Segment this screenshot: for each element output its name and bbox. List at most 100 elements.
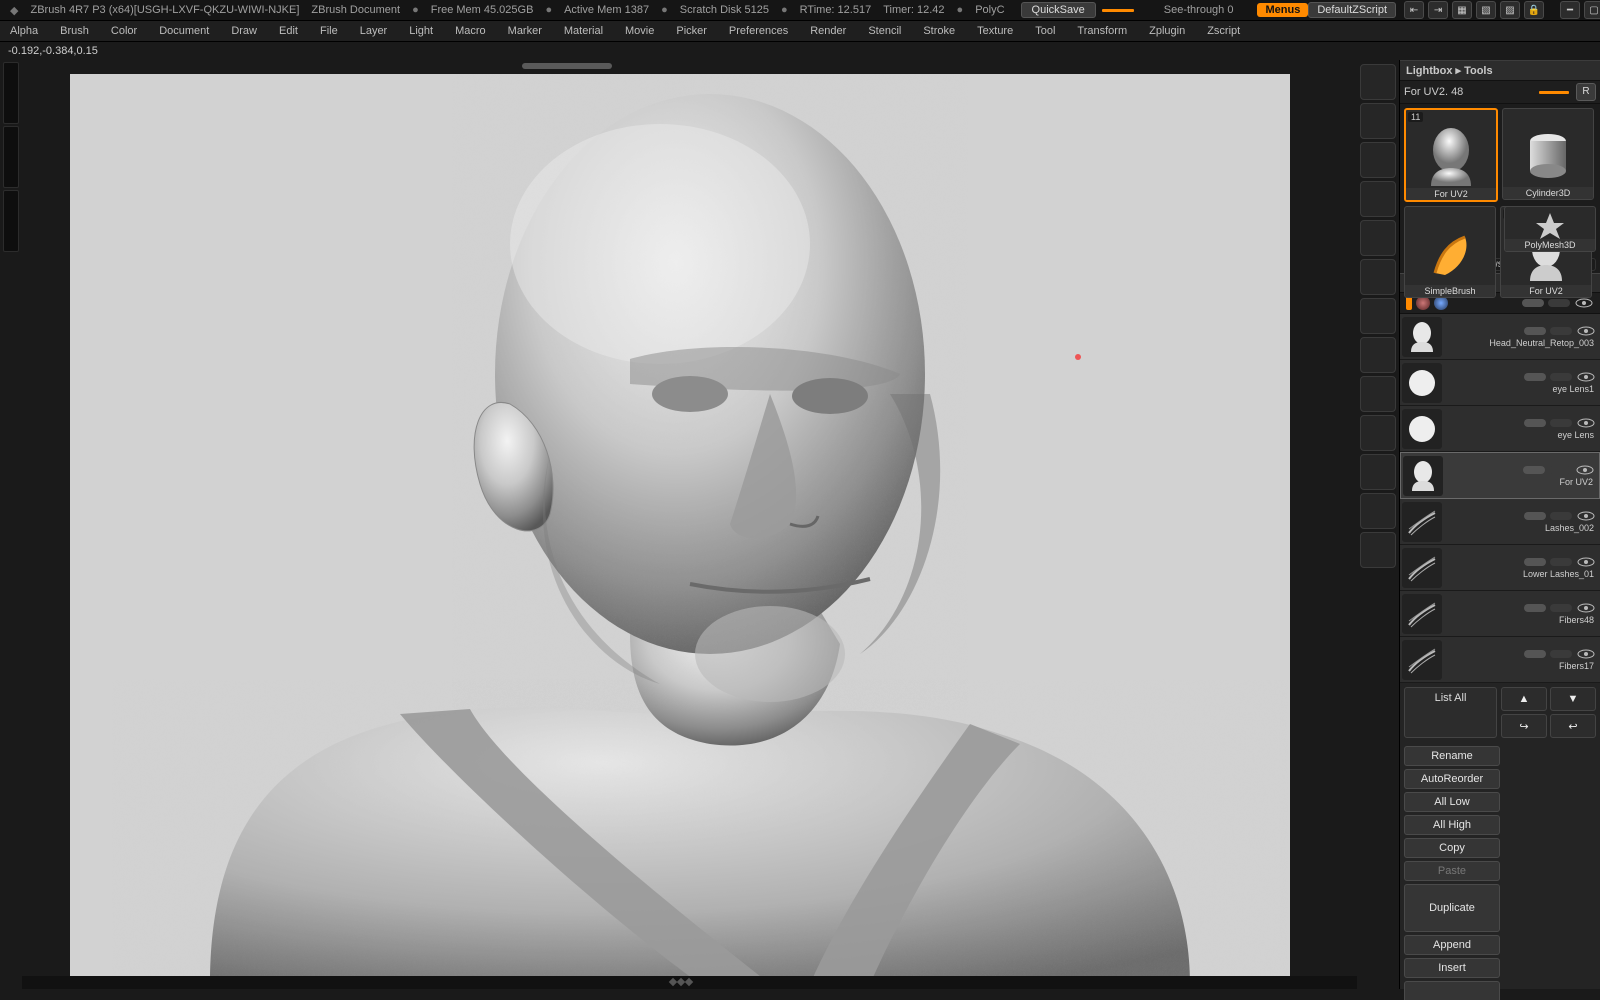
shelf-button[interactable] (1360, 103, 1396, 139)
toggle-icon[interactable] (1550, 327, 1572, 335)
move-down-button[interactable]: ▼ (1550, 687, 1596, 711)
menu-light[interactable]: Light (405, 23, 437, 39)
tool-tile[interactable]: 11 For UV2 (1404, 108, 1498, 202)
eye-icon[interactable] (1575, 465, 1595, 475)
autoreorder-button[interactable]: AutoReorder (1404, 769, 1500, 789)
subtool-item[interactable]: Lower Lashes_01 (1400, 545, 1600, 591)
menu-picker[interactable]: Picker (672, 23, 711, 39)
menu-brush[interactable]: Brush (56, 23, 93, 39)
shelf-button[interactable] (1360, 415, 1396, 451)
shelf-button[interactable] (1360, 532, 1396, 568)
toggle-icon[interactable] (1524, 373, 1546, 381)
menu-macro[interactable]: Macro (451, 23, 490, 39)
dock-right-icon[interactable]: ⇥ (1428, 1, 1448, 19)
eye-icon[interactable] (1576, 603, 1596, 613)
layout-a-icon[interactable]: ▦ (1452, 1, 1472, 19)
see-through-slider[interactable]: See-through 0 (1158, 4, 1240, 16)
shelf-button[interactable] (1360, 298, 1396, 334)
viewport[interactable] (22, 60, 1357, 989)
toggle-icon[interactable] (1524, 512, 1546, 520)
toggle-icon[interactable] (1550, 604, 1572, 612)
toggle-icon[interactable] (1548, 299, 1570, 307)
delete-button[interactable]: Delete (1404, 981, 1500, 1000)
menu-movie[interactable]: Movie (621, 23, 658, 39)
shelf-button[interactable] (1360, 142, 1396, 178)
toggle-icon[interactable] (1550, 650, 1572, 658)
subtool-item[interactable]: Lashes_002 (1400, 499, 1600, 545)
menu-transform[interactable]: Transform (1073, 23, 1131, 39)
eye-icon[interactable] (1576, 557, 1596, 567)
all-high-button[interactable]: All High (1404, 815, 1500, 835)
subtool-item[interactable]: Fibers48 (1400, 591, 1600, 637)
append-button[interactable]: Append (1404, 935, 1500, 955)
menu-stencil[interactable]: Stencil (864, 23, 905, 39)
menu-layer[interactable]: Layer (356, 23, 392, 39)
toggle-icon[interactable] (1550, 558, 1572, 566)
subtool-item[interactable]: eye Lens1 (1400, 360, 1600, 406)
toggle-icon[interactable] (1550, 373, 1572, 381)
toggle-icon[interactable] (1524, 650, 1546, 658)
default-zscript-button[interactable]: DefaultZScript (1308, 2, 1396, 18)
subtool-item[interactable]: Head_Neutral_Retop_003 (1400, 314, 1600, 360)
menu-document[interactable]: Document (155, 23, 213, 39)
canvas[interactable] (70, 74, 1290, 984)
eye-icon[interactable] (1576, 372, 1596, 382)
menu-file[interactable]: File (316, 23, 342, 39)
subtool-item[interactable]: Fibers17 (1400, 637, 1600, 683)
menu-render[interactable]: Render (806, 23, 850, 39)
list-all-button[interactable]: List All (1404, 687, 1497, 738)
copy-button[interactable]: Copy (1404, 838, 1500, 858)
menu-zplugin[interactable]: Zplugin (1145, 23, 1189, 39)
menu-color[interactable]: Color (107, 23, 141, 39)
shelf-button[interactable] (1360, 259, 1396, 295)
layout-b-icon[interactable]: ▧ (1476, 1, 1496, 19)
shelf-button[interactable] (1360, 220, 1396, 256)
quicksave-button[interactable]: QuickSave (1021, 2, 1096, 18)
menu-edit[interactable]: Edit (275, 23, 302, 39)
bottom-grip[interactable] (22, 976, 1357, 989)
duplicate-button[interactable]: Duplicate (1404, 884, 1500, 932)
shelf-button[interactable] (1360, 376, 1396, 412)
menus-button[interactable]: Menus (1257, 3, 1308, 17)
shelf-button[interactable] (1360, 64, 1396, 100)
all-low-button[interactable]: All Low (1404, 792, 1500, 812)
subtool-item[interactable]: eye Lens (1400, 406, 1600, 452)
eye-icon[interactable] (1574, 298, 1594, 308)
polypaint-icon[interactable] (1416, 296, 1430, 310)
tool-tile-polymesh[interactable]: PolyMesh3D (1504, 206, 1596, 252)
tool-tile[interactable]: Cylinder3D (1502, 108, 1594, 200)
panel-breadcrumb[interactable]: Lightbox ▸ Tools (1400, 60, 1600, 81)
toggle-icon[interactable] (1550, 419, 1572, 427)
menu-material[interactable]: Material (560, 23, 607, 39)
eye-icon[interactable] (1576, 418, 1596, 428)
tool-tile[interactable]: SimpleBrush (1404, 206, 1496, 298)
toggle-icon[interactable] (1550, 512, 1572, 520)
horizontal-scrollbar[interactable] (22, 60, 1357, 72)
menu-marker[interactable]: Marker (504, 23, 546, 39)
toggle-icon[interactable] (1524, 327, 1546, 335)
material-icon[interactable] (1434, 296, 1448, 310)
rename-button[interactable]: Rename (1404, 746, 1500, 766)
menu-texture[interactable]: Texture (973, 23, 1017, 39)
insert-button[interactable]: Insert (1404, 958, 1500, 978)
dock-left-icon[interactable]: ⇤ (1404, 1, 1424, 19)
toggle-icon[interactable] (1523, 466, 1545, 474)
move-up-button[interactable]: ▲ (1501, 687, 1547, 711)
toggle-icon[interactable] (1549, 466, 1571, 474)
shelf-button[interactable] (1360, 337, 1396, 373)
move-in-button[interactable]: ↩ (1550, 714, 1596, 738)
eye-icon[interactable] (1576, 326, 1596, 336)
tool-tile[interactable] (1502, 14, 1592, 56)
menu-zscript[interactable]: Zscript (1203, 23, 1244, 39)
paste-button[interactable]: Paste (1404, 861, 1500, 881)
shelf-button[interactable] (1360, 181, 1396, 217)
toggle-icon[interactable] (1524, 419, 1546, 427)
menu-stroke[interactable]: Stroke (919, 23, 959, 39)
eye-icon[interactable] (1576, 649, 1596, 659)
toggle-icon[interactable] (1524, 558, 1546, 566)
eye-icon[interactable] (1576, 511, 1596, 521)
shelf-button[interactable] (1360, 454, 1396, 490)
menu-preferences[interactable]: Preferences (725, 23, 792, 39)
toggle-icon[interactable] (1524, 604, 1546, 612)
subtool-item[interactable]: For UV2 (1400, 452, 1600, 499)
